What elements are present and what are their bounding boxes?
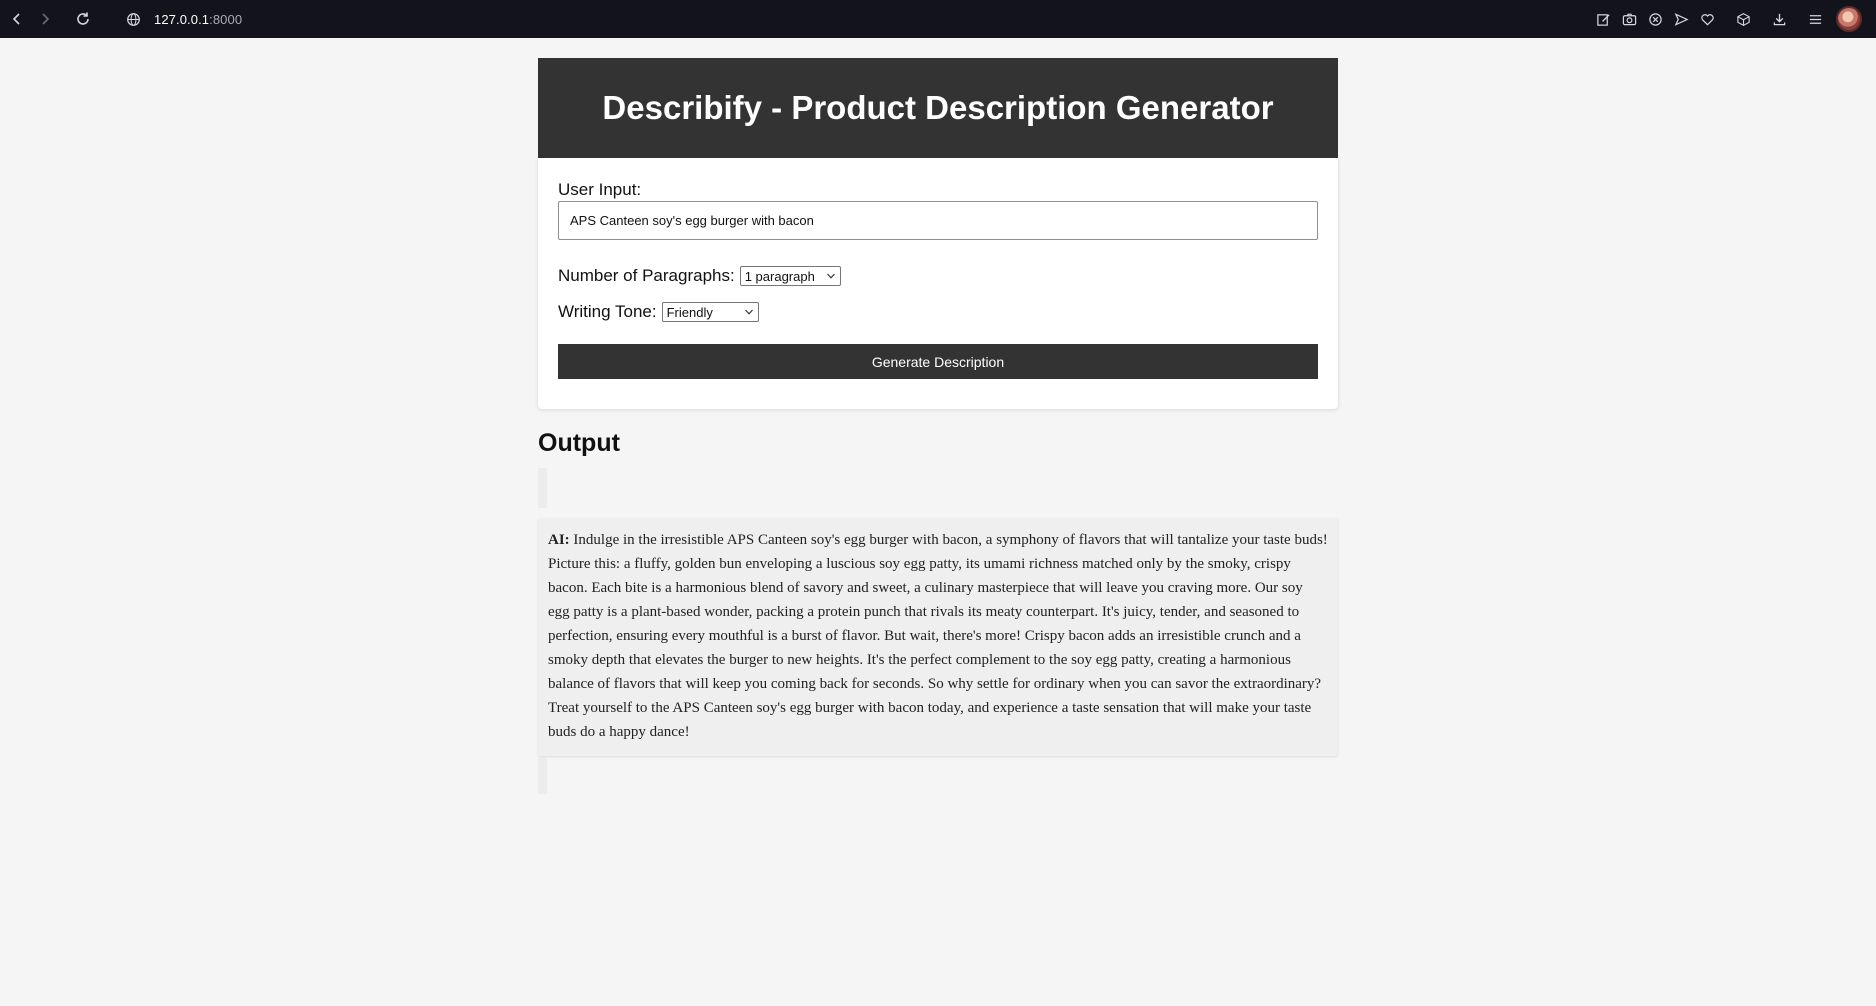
message-text: Indulge in the irresistible APS Canteen … (548, 532, 1328, 740)
toolbar-icons (1590, 0, 1862, 38)
url-port: :8000 (209, 11, 243, 27)
downloads-button[interactable] (1766, 6, 1792, 32)
globe-icon (126, 12, 140, 26)
menu-icon (1809, 14, 1821, 24)
browser-toolbar: 127.0.0.1:8000 (0, 0, 1876, 38)
address-bar[interactable]: 127.0.0.1:8000 (154, 12, 242, 27)
heart-icon (1700, 13, 1714, 26)
generator-form: User Input: Number of Paragraphs: 1 para… (538, 158, 1338, 409)
profile-avatar[interactable] (1836, 6, 1862, 32)
page-title: Describify - Product Description Generat… (602, 89, 1274, 126)
screenshot-button[interactable] (1616, 6, 1642, 32)
site-info-button[interactable] (124, 10, 142, 28)
output-spacer (538, 468, 1338, 508)
reload-icon (77, 12, 89, 25)
edit-icon (1596, 13, 1610, 26)
forward-button[interactable] (32, 6, 58, 32)
chevron-down-icon (744, 309, 753, 315)
arrow-left-icon (12, 13, 20, 25)
paragraphs-select[interactable]: 1 paragraph (739, 266, 841, 286)
app-container: Describify - Product Description Generat… (538, 58, 1338, 794)
tone-row: Writing Tone: Friendly (558, 302, 1318, 322)
user-input-field[interactable] (558, 201, 1318, 240)
send-icon (1674, 12, 1689, 26)
block-icon (1648, 12, 1662, 26)
paragraphs-selected-value: 1 paragraph (744, 268, 815, 284)
paragraphs-label: Number of Paragraphs: (558, 266, 735, 285)
output-spacer-bottom (538, 758, 1338, 794)
menu-button[interactable] (1802, 6, 1828, 32)
back-button[interactable] (4, 6, 30, 32)
arrow-right-icon (42, 13, 50, 25)
generate-description-button[interactable]: Generate Description (558, 344, 1318, 379)
block-button[interactable] (1642, 6, 1668, 32)
tone-selected-value: Friendly (666, 304, 713, 320)
cube-icon (1736, 12, 1750, 26)
camera-icon (1622, 13, 1636, 25)
download-icon (1773, 13, 1785, 25)
url-host: 127.0.0.1 (154, 11, 210, 27)
edit-button[interactable] (1590, 6, 1616, 32)
user-input-label: User Input: (558, 180, 642, 199)
ai-message: AI: Indulge in the irresistible APS Cant… (538, 518, 1338, 756)
extensions-button[interactable] (1730, 6, 1756, 32)
chevron-down-icon (826, 273, 835, 279)
tone-label: Writing Tone: (558, 302, 657, 321)
favorite-button[interactable] (1694, 6, 1720, 32)
paragraphs-row: Number of Paragraphs: 1 paragraph (558, 266, 1318, 286)
output-heading: Output (538, 429, 620, 457)
tone-select[interactable]: Friendly (661, 302, 759, 322)
reload-button[interactable] (70, 6, 96, 32)
send-button[interactable] (1668, 6, 1694, 32)
app-header: Describify - Product Description Generat… (538, 58, 1338, 158)
message-speaker: AI: (548, 532, 570, 548)
